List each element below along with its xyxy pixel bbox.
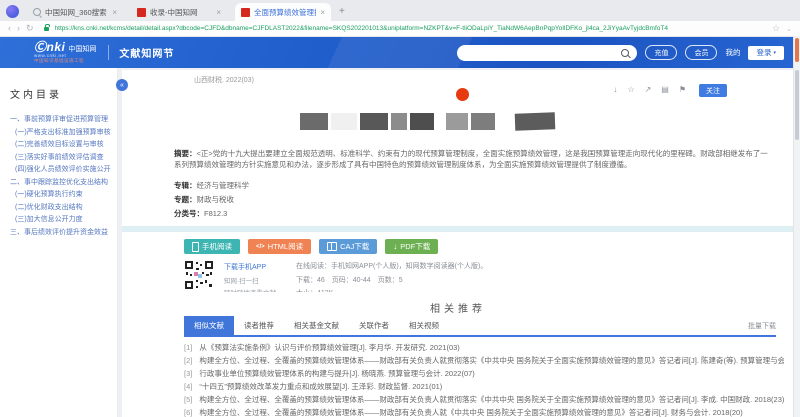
url-dropdown-icon[interactable]: ⌄ [786, 25, 792, 33]
topic-row: 专题：财政与税收 [174, 195, 235, 204]
scrollbar[interactable] [793, 36, 800, 417]
tab-reader-recommend[interactable]: 读者推荐 [234, 316, 284, 335]
mobile-read-button[interactable]: 手机阅读 [184, 239, 240, 254]
list-item[interactable]: [1] 从《预算法实施条例》认识与评价预算绩效管理[J]. 李月华. 开发研究. … [184, 341, 784, 354]
cnki-logo: Ⓒnki 中国知网 www.cnki.net 中国知识基础设施工程 [34, 39, 97, 64]
toc-item[interactable]: (二)优化财政支出结构 [10, 202, 117, 215]
export-icon[interactable]: ↓ [613, 86, 617, 94]
recharge-button[interactable]: 充值 [645, 45, 678, 60]
chevron-down-icon: ▾ [773, 49, 776, 56]
my-account-link[interactable]: 我的 [725, 47, 740, 58]
tab-related-videos[interactable]: 相关视频 [399, 316, 449, 335]
clc-row: 分类号：F812.3 [174, 209, 228, 218]
list-item[interactable]: [5] 构建全方位、全过程、全覆盖的预算绩效管理体系——财政部有关负责人就贯彻落实… [184, 393, 784, 406]
url-field[interactable]: https://kns.cnki.net/kcms/detail/detail.… [55, 25, 767, 32]
list-item[interactable]: [6] 构建全方位、全过程、全覆盖的预算绩效管理体系——财政部有关负责人就《中共中… [184, 406, 784, 417]
header-divider [108, 45, 110, 60]
code-icon: </> [256, 243, 265, 250]
tab-related-authors[interactable]: 关联作者 [349, 316, 399, 335]
abstract-text: <正>党的十九大提出要建立全面规范透明、标准科学、约束有力的现代预算管理制度，全… [174, 149, 768, 169]
back-button[interactable]: ‹ [8, 24, 11, 33]
favorite-star-icon[interactable]: ☆ [627, 86, 634, 94]
browser-window: 中国知网_360搜索 × 收录-中国知网 × 全面预算绩效管理探讨 × + ‹ … [0, 0, 800, 417]
browser-logo-icon [6, 5, 19, 18]
pdf-download-button[interactable]: ↓ PDF下载 [385, 239, 439, 254]
phone-icon [192, 241, 199, 252]
site-name: 文献知网节 [119, 49, 175, 60]
print-icon[interactable]: ▤ [661, 86, 669, 94]
cnki-header: Ⓒnki 中国知网 www.cnki.net 中国知识基础设施工程 文献知网节 … [0, 37, 800, 68]
html-read-button[interactable]: </> HTML阅读 [248, 239, 312, 254]
main-content: « 山西财税. 2022(03) ↓ ☆ ↗ ▤ ⚑ 关注 摘要：<正>党的十九… [116, 68, 794, 417]
toc-item[interactable]: 一、事前预算评审促进预算管理 [10, 114, 117, 127]
vip-button[interactable]: 会员 [685, 45, 718, 60]
related-title: 相关推荐 [430, 304, 486, 315]
tab-strip: 中国知网_360搜索 × 收录-中国知网 × 全面预算绩效管理探讨 × + [0, 0, 800, 21]
toc-sidebar: 文内目录 一、事前预算评审促进预算管理 (一)严格支出标准加强预算审核 (二)完… [0, 68, 118, 417]
scrollbar-thumb[interactable] [795, 38, 799, 62]
cnki-favicon [137, 7, 146, 17]
toc-item[interactable]: (一)硬化预算执行约束 [10, 189, 117, 202]
list-item[interactable]: [4] “十四五”预算绩效改革发力重点和成效展望[J]. 王泽彩. 财政监督. 2… [184, 380, 784, 393]
toc-item[interactable]: 三、事后绩效评价提升资金效益 [10, 227, 117, 240]
toc-item[interactable]: 二、事中跟踪监控优化支出结构 [10, 177, 117, 190]
online-reading-info: 在线阅读：手机知网APP(个人版)，知网数字阅读器(个人版)。 [296, 263, 488, 270]
scrollbar-thumb[interactable] [795, 70, 799, 140]
toc-item[interactable]: (四)强化人员绩效评价实施公开 [10, 164, 117, 177]
tab-cnki-included[interactable]: 收录-中国知网 × [131, 3, 227, 21]
alert-icon[interactable]: ⚑ [679, 86, 686, 94]
scan-label: 知网·扫一扫 [224, 277, 259, 285]
abstract: 摘要：<正>党的十九大提出要建立全面规范透明、标准科学、约束有力的现代预算管理制… [174, 148, 770, 170]
related-card: 相关推荐 相似文献 读者推荐 相关基金文献 关联作者 相关视频 批量下载 [1]… [122, 292, 794, 417]
toc-item[interactable]: (三)加大信息公开力度 [10, 214, 117, 227]
download-stats: 下载：46 页码：40-44 页数：5 [296, 276, 403, 284]
tab-close-icon[interactable]: × [320, 8, 325, 17]
collapse-sidebar-button[interactable]: « [116, 79, 128, 91]
list-item[interactable]: [2] 构建全方位、全过程、全覆盖的预算绩效管理体系——财政部有关负责人就贯彻落实… [184, 354, 784, 367]
search-icon [33, 8, 41, 16]
tab-close-icon[interactable]: × [216, 8, 221, 17]
redacted-title [300, 111, 558, 131]
download-app-link[interactable]: 下载手机APP [224, 262, 282, 272]
address-bar: ‹ › ↻ https://kns.cnki.net/kcms/detail/d… [0, 21, 800, 37]
tab-cnki-search[interactable]: 中国知网_360搜索 × [27, 3, 123, 21]
reload-button[interactable]: ↻ [26, 24, 34, 33]
related-tabs: 相似文献 读者推荐 相关基金文献 关联作者 相关视频 批量下载 [184, 316, 776, 337]
qr-code [184, 260, 214, 290]
book-icon [327, 242, 338, 251]
cnki-favicon [241, 7, 250, 17]
abstract-label: 摘要： [174, 149, 197, 158]
clc-value: F812.3 [204, 209, 228, 218]
login-button[interactable]: 登录 ▾ [748, 45, 784, 60]
follow-button[interactable]: 关注 [699, 84, 727, 97]
toc-item[interactable]: (三)落实好事前绩效评估调查 [10, 152, 117, 165]
recording-dot [456, 88, 469, 101]
header-search-input[interactable] [457, 44, 638, 61]
https-lock-icon [43, 23, 50, 31]
tab-fund-literature[interactable]: 相关基金文献 [284, 316, 349, 335]
album-value: 经济与管理科学 [196, 181, 250, 190]
tab-article-active[interactable]: 全面预算绩效管理探讨 × [235, 3, 331, 21]
forward-button[interactable]: › [17, 24, 20, 33]
tab-similar-literature[interactable]: 相似文献 [184, 316, 234, 335]
related-list: [1] 从《预算法实施条例》认识与评价预算绩效管理[J]. 李月华. 开发研究. … [184, 341, 784, 417]
search-icon [621, 48, 630, 57]
toc-item[interactable]: (二)完善绩效目标设置与审核 [10, 139, 117, 152]
journal-source-link[interactable]: 山西财税. 2022(03) [194, 75, 254, 85]
batch-download-button[interactable]: 批量下载 [748, 321, 776, 335]
topic-value: 财政与税收 [196, 195, 235, 204]
share-icon[interactable]: ↗ [645, 86, 652, 94]
tab-close-icon[interactable]: × [112, 8, 117, 17]
album-row: 专辑：经济与管理科学 [174, 181, 250, 190]
download-icon: ↓ [393, 241, 398, 251]
new-tab-button[interactable]: + [339, 6, 345, 17]
toc-item[interactable]: (一)严格支出标准加强预算审核 [10, 127, 117, 140]
toc-title: 文内目录 [10, 90, 62, 101]
caj-download-button[interactable]: CAJ下载 [319, 239, 378, 254]
bookmark-star-icon[interactable]: ☆ [772, 23, 780, 34]
list-item[interactable]: [3] 行政事业单位预算绩效管理体系的构建与提升[J]. 杨晓燕. 预算管理与会计… [184, 367, 784, 380]
download-card: 手机阅读 </> HTML阅读 CAJ下载 ↓ PDF下载 下载手机APP 知网… [122, 232, 794, 297]
